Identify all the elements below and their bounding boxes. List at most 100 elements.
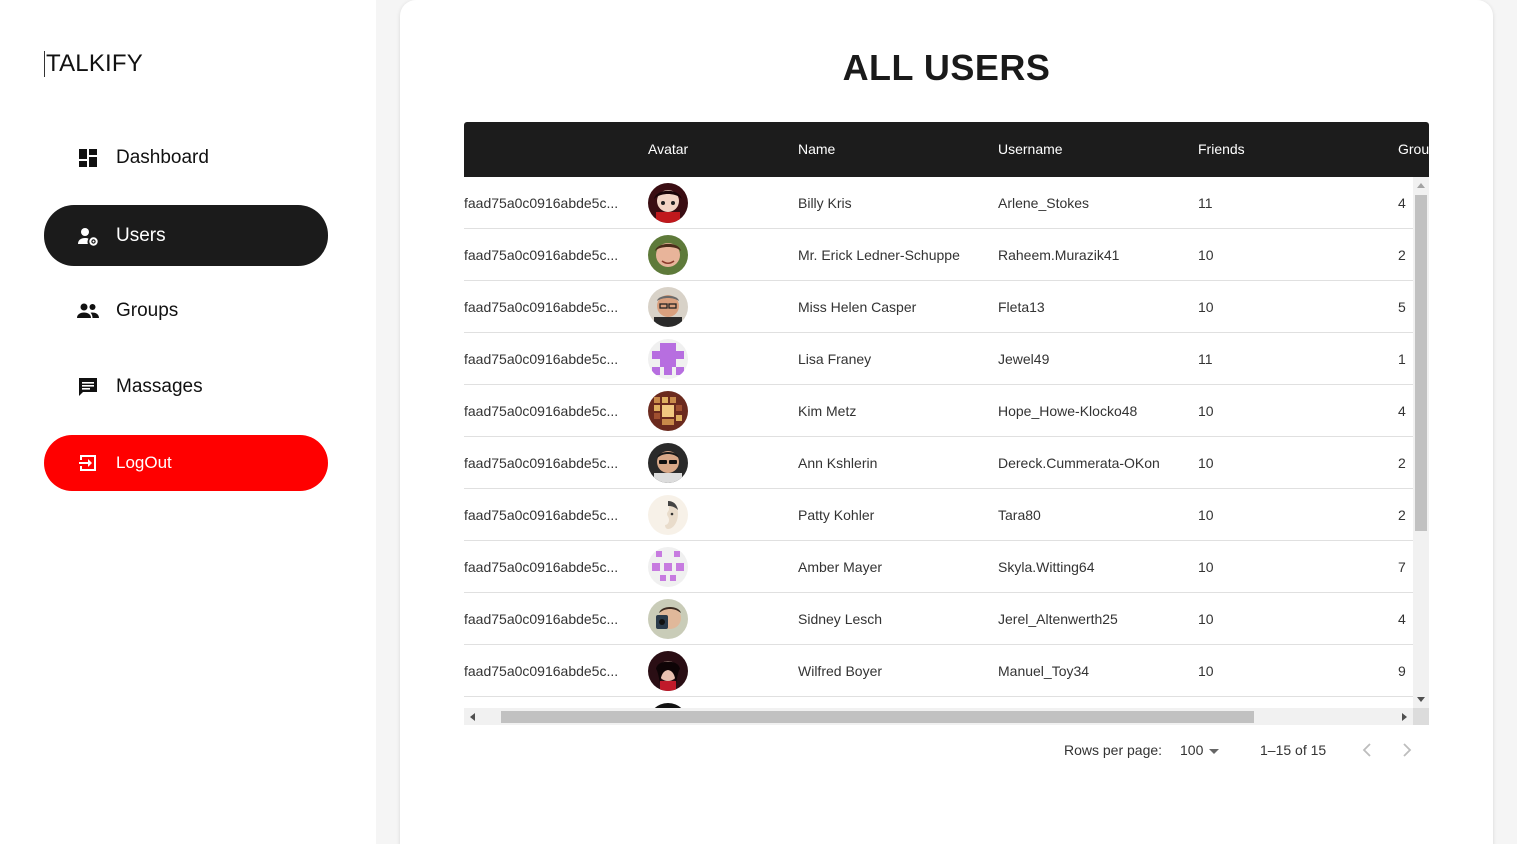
user-avatar [648, 339, 688, 379]
groups-cell: 7 [1398, 559, 1406, 575]
sidebar-item-groups[interactable]: Groups [44, 285, 328, 337]
username-cell: Skyla.Witting64 [998, 559, 1095, 575]
scroll-left-icon[interactable] [470, 713, 475, 721]
table-row[interactable]: faad75a0c0916abde5c... Sidney Lesch Jere… [464, 593, 1413, 645]
user-id-cell: faad75a0c0916abde5c... [464, 299, 619, 315]
username-cell: Dereck.Cummerata-OKon [998, 455, 1160, 471]
rows-per-page-label: Rows per page: [1064, 742, 1163, 758]
friends-cell: 10 [1198, 611, 1214, 627]
user-name-cell: Amber Mayer [798, 559, 883, 575]
sidebar-item-users[interactable]: Users [44, 205, 328, 266]
horizontal-scrollbar[interactable] [464, 708, 1429, 725]
app-logo: TALKIFY [44, 50, 143, 77]
horizontal-scroll-thumb[interactable] [501, 711, 1254, 723]
sidebar-item-massages[interactable]: Massages [44, 361, 328, 413]
user-name-cell: Patty Kohler [798, 507, 875, 523]
friends-cell: 11 [1198, 351, 1213, 367]
table-row[interactable]: faad75a0c0916abde5c... Kim Metz Hope_How… [464, 385, 1413, 437]
scroll-right-icon[interactable] [1402, 713, 1407, 721]
friends-cell: 10 [1198, 663, 1214, 679]
scroll-down-icon[interactable] [1417, 697, 1425, 702]
table-row[interactable]: faad75a0c0916abde5c... Patty Kohler Tara… [464, 489, 1413, 541]
friends-cell: 10 [1198, 299, 1214, 315]
page-title: ALL USERS [842, 47, 1051, 88]
logout-button[interactable]: LogOut [44, 435, 328, 491]
friends-cell: 10 [1198, 403, 1214, 419]
table-row[interactable]: faad75a0c0916abde5c... Miss Helen Casper… [464, 281, 1413, 333]
user-avatar [648, 495, 688, 535]
friends-cell: 10 [1198, 247, 1214, 263]
table-row[interactable]: faad75a0c0916abde5c... Wilfred Boyer Man… [464, 645, 1413, 697]
username-cell: Tara80 [998, 507, 1041, 523]
username-cell: Jewel49 [998, 351, 1050, 367]
friends-cell: 10 [1198, 559, 1214, 575]
vertical-scroll-thumb[interactable] [1415, 195, 1427, 531]
user-name-cell: Sidney Lesch [798, 611, 883, 627]
user-id-cell: faad75a0c0916abde5c... [464, 247, 619, 263]
table-row[interactable]: faad75a0c0916abde5c... Amber Mayer Skyla… [464, 541, 1413, 593]
column-header-name[interactable]: Name [798, 122, 835, 177]
user-id-cell: faad75a0c0916abde5c... [464, 195, 619, 211]
username-cell: Raheem.Murazik41 [998, 247, 1120, 263]
username-cell: Fleta13 [998, 299, 1045, 315]
sidebar-item-dashboard[interactable]: Dashboard [44, 132, 328, 184]
groups-cell: 4 [1398, 195, 1406, 211]
groups-cell: 4 [1398, 403, 1406, 419]
user-name-cell: Wilfred Boyer [798, 663, 883, 679]
previous-page-button[interactable] [1357, 740, 1377, 760]
rows-per-page-value: 100 [1180, 742, 1204, 758]
sidebar-item-label: Users [116, 224, 166, 246]
user-name-cell: Miss Helen Casper [798, 299, 917, 315]
user-id-cell: faad75a0c0916abde5c... [464, 351, 619, 367]
column-header-friends[interactable]: Friends [1198, 122, 1245, 177]
user-avatar [648, 547, 688, 587]
username-cell: Jerel_Altenwerth25 [998, 611, 1118, 627]
user-avatar [648, 599, 688, 639]
rows-per-page-select[interactable]: 100 [1180, 740, 1220, 760]
user-avatar [648, 443, 688, 483]
user-avatar [648, 391, 688, 431]
friends-cell: 10 [1198, 507, 1214, 523]
table-row[interactable]: faad75a0c0916abde5c... Billy Kris Arlene… [464, 177, 1413, 229]
chat-icon [77, 376, 99, 398]
user-id-cell: faad75a0c0916abde5c... [464, 403, 619, 419]
next-page-button[interactable] [1397, 740, 1417, 760]
friends-cell: 10 [1198, 455, 1214, 471]
groups-cell: 1 [1398, 351, 1406, 367]
user-avatar [648, 287, 688, 327]
column-header-username[interactable]: Username [998, 122, 1063, 177]
user-name-cell: Kim Metz [798, 403, 857, 419]
user-avatar [648, 651, 688, 691]
logout-label: LogOut [116, 453, 172, 472]
user-name-cell: Ann Kshlerin [798, 455, 878, 471]
friends-cell: 11 [1198, 195, 1213, 211]
user-name-cell: Billy Kris [798, 195, 852, 211]
chevron-left-icon [1362, 743, 1371, 757]
groups-cell: 9 [1398, 663, 1406, 679]
group-icon [77, 300, 99, 322]
sidebar: TALKIFY Dashboard Users Groups Massages … [0, 0, 376, 844]
groups-cell: 4 [1398, 611, 1406, 627]
user-id-cell: faad75a0c0916abde5c... [464, 507, 619, 523]
table-row[interactable]: faad75a0c0916abde5c... Mr. Erick Ledner-… [464, 229, 1413, 281]
user-avatar [648, 235, 688, 275]
dropdown-arrow-icon [1209, 748, 1220, 754]
table-row[interactable]: faad75a0c0916abde5c... Ann Kshlerin Dere… [464, 437, 1413, 489]
table-row[interactable]: faad75a0c0916abde5c... Lisa Franey Jewel… [464, 333, 1413, 385]
table-header: Avatar Name Username Friends Grou [464, 122, 1429, 177]
username-cell: Arlene_Stokes [998, 195, 1090, 211]
scroll-up-icon[interactable] [1417, 183, 1425, 188]
users-card: ALL USERS Avatar Name Username Friends G… [400, 0, 1493, 844]
user-name-cell: Lisa Franey [798, 351, 872, 367]
username-cell: Hope_Howe-Klocko48 [998, 403, 1138, 419]
user-id-cell: faad75a0c0916abde5c... [464, 611, 619, 627]
vertical-scrollbar[interactable] [1413, 177, 1429, 708]
logout-icon [77, 452, 99, 474]
column-header-groups[interactable]: Grou [1398, 122, 1429, 177]
sidebar-item-label: Dashboard [116, 147, 209, 168]
user-id-cell: faad75a0c0916abde5c... [464, 663, 619, 679]
user-avatar [648, 183, 688, 223]
column-header-avatar[interactable]: Avatar [648, 122, 688, 177]
user-name-cell: Mr. Erick Ledner-Schuppe [798, 247, 960, 263]
groups-cell: 2 [1398, 507, 1406, 523]
